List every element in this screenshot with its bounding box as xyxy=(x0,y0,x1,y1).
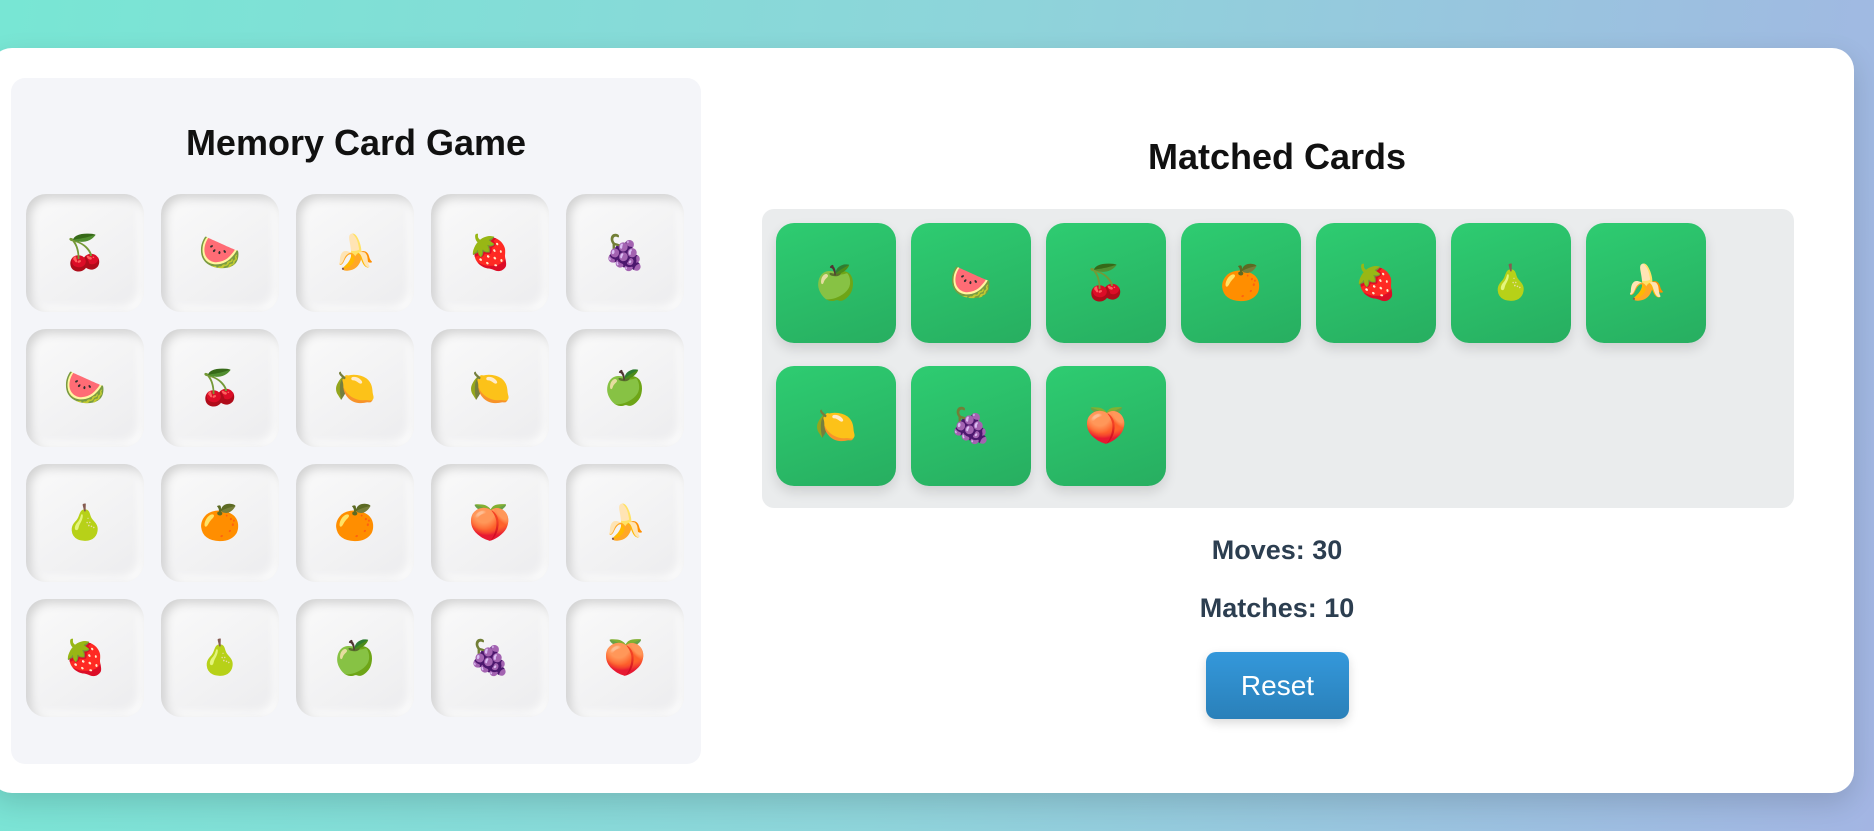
fruit-icon: 🍐 xyxy=(1489,263,1533,303)
memory-card[interactable]: 🍑 xyxy=(431,464,549,582)
memory-card[interactable]: 🍒 xyxy=(161,329,279,447)
memory-card[interactable]: 🍓 xyxy=(431,194,549,312)
fruit-icon: 🍒 xyxy=(198,368,242,408)
moves-counter: Moves: 30 xyxy=(1211,535,1343,565)
fruit-icon: 🍉 xyxy=(949,263,993,303)
fruit-icon: 🍉 xyxy=(198,233,242,273)
memory-card[interactable]: 🍐 xyxy=(26,464,144,582)
memory-card[interactable]: 🍋 xyxy=(296,329,414,447)
memory-card[interactable]: 🍉 xyxy=(161,194,279,312)
matched-cards-area: 🍏 🍉 🍒 🍊 🍓 🍐 🍌 🍋 🍇 🍑 xyxy=(762,209,1794,508)
fruit-icon: 🍏 xyxy=(814,263,858,303)
matched-card: 🍌 xyxy=(1586,223,1706,343)
reset-button[interactable]: Reset xyxy=(1206,652,1349,719)
memory-card[interactable]: 🍏 xyxy=(566,329,684,447)
matched-card: 🍏 xyxy=(776,223,896,343)
fruit-icon: 🍌 xyxy=(603,503,647,543)
fruit-icon: 🍓 xyxy=(63,638,107,678)
matched-card: 🍒 xyxy=(1046,223,1166,343)
matched-card: 🍇 xyxy=(911,366,1031,486)
memory-card[interactable]: 🍐 xyxy=(161,599,279,717)
fruit-icon: 🍇 xyxy=(949,406,993,446)
fruit-icon: 🍐 xyxy=(63,503,107,543)
matched-cards-title: Matched Cards xyxy=(1147,136,1407,177)
matched-card: 🍋 xyxy=(776,366,896,486)
matched-cards-grid: 🍏 🍉 🍒 🍊 🍓 🍐 🍌 🍋 🍇 🍑 xyxy=(776,223,1706,486)
memory-card[interactable]: 🍋 xyxy=(431,329,549,447)
fruit-icon: 🍋 xyxy=(468,368,512,408)
memory-card[interactable]: 🍊 xyxy=(296,464,414,582)
memory-card[interactable]: 🍌 xyxy=(296,194,414,312)
memory-card[interactable]: 🍑 xyxy=(566,599,684,717)
memory-card[interactable]: 🍇 xyxy=(431,599,549,717)
fruit-icon: 🍑 xyxy=(603,638,647,678)
fruit-icon: 🍒 xyxy=(1084,263,1128,303)
memory-card[interactable]: 🍉 xyxy=(26,329,144,447)
fruit-icon: 🍓 xyxy=(468,233,512,273)
fruit-icon: 🍊 xyxy=(1219,263,1263,303)
memory-card[interactable]: 🍏 xyxy=(296,599,414,717)
game-title: Memory Card Game xyxy=(185,122,527,163)
fruit-icon: 🍒 xyxy=(63,233,107,273)
card-grid: 🍒 🍉 🍌 🍓 🍇 🍉 🍒 🍋 🍋 🍏 🍐 🍊 🍊 🍑 🍌 🍓 🍐 🍏 🍇 🍑 xyxy=(26,194,684,717)
memory-card[interactable]: 🍓 xyxy=(26,599,144,717)
fruit-icon: 🍐 xyxy=(198,638,242,678)
fruit-icon: 🍋 xyxy=(814,406,858,446)
memory-card[interactable]: 🍒 xyxy=(26,194,144,312)
fruit-icon: 🍑 xyxy=(468,503,512,543)
matches-counter: Matches: 10 xyxy=(1199,593,1355,623)
matched-card: 🍓 xyxy=(1316,223,1436,343)
memory-card[interactable]: 🍌 xyxy=(566,464,684,582)
fruit-icon: 🍓 xyxy=(1354,263,1398,303)
fruit-icon: 🍇 xyxy=(603,233,647,273)
fruit-icon: 🍊 xyxy=(198,503,242,543)
matched-card: 🍑 xyxy=(1046,366,1166,486)
matched-card: 🍉 xyxy=(911,223,1031,343)
memory-card[interactable]: 🍊 xyxy=(161,464,279,582)
fruit-icon: 🍑 xyxy=(1084,406,1128,446)
fruit-icon: 🍏 xyxy=(603,368,647,408)
fruit-icon: 🍏 xyxy=(333,638,377,678)
matched-card: 🍐 xyxy=(1451,223,1571,343)
fruit-icon: 🍌 xyxy=(333,233,377,273)
matched-card: 🍊 xyxy=(1181,223,1301,343)
fruit-icon: 🍋 xyxy=(333,368,377,408)
fruit-icon: 🍌 xyxy=(1624,263,1668,303)
fruit-icon: 🍇 xyxy=(468,638,512,678)
memory-card[interactable]: 🍇 xyxy=(566,194,684,312)
fruit-icon: 🍉 xyxy=(63,368,107,408)
fruit-icon: 🍊 xyxy=(333,503,377,543)
